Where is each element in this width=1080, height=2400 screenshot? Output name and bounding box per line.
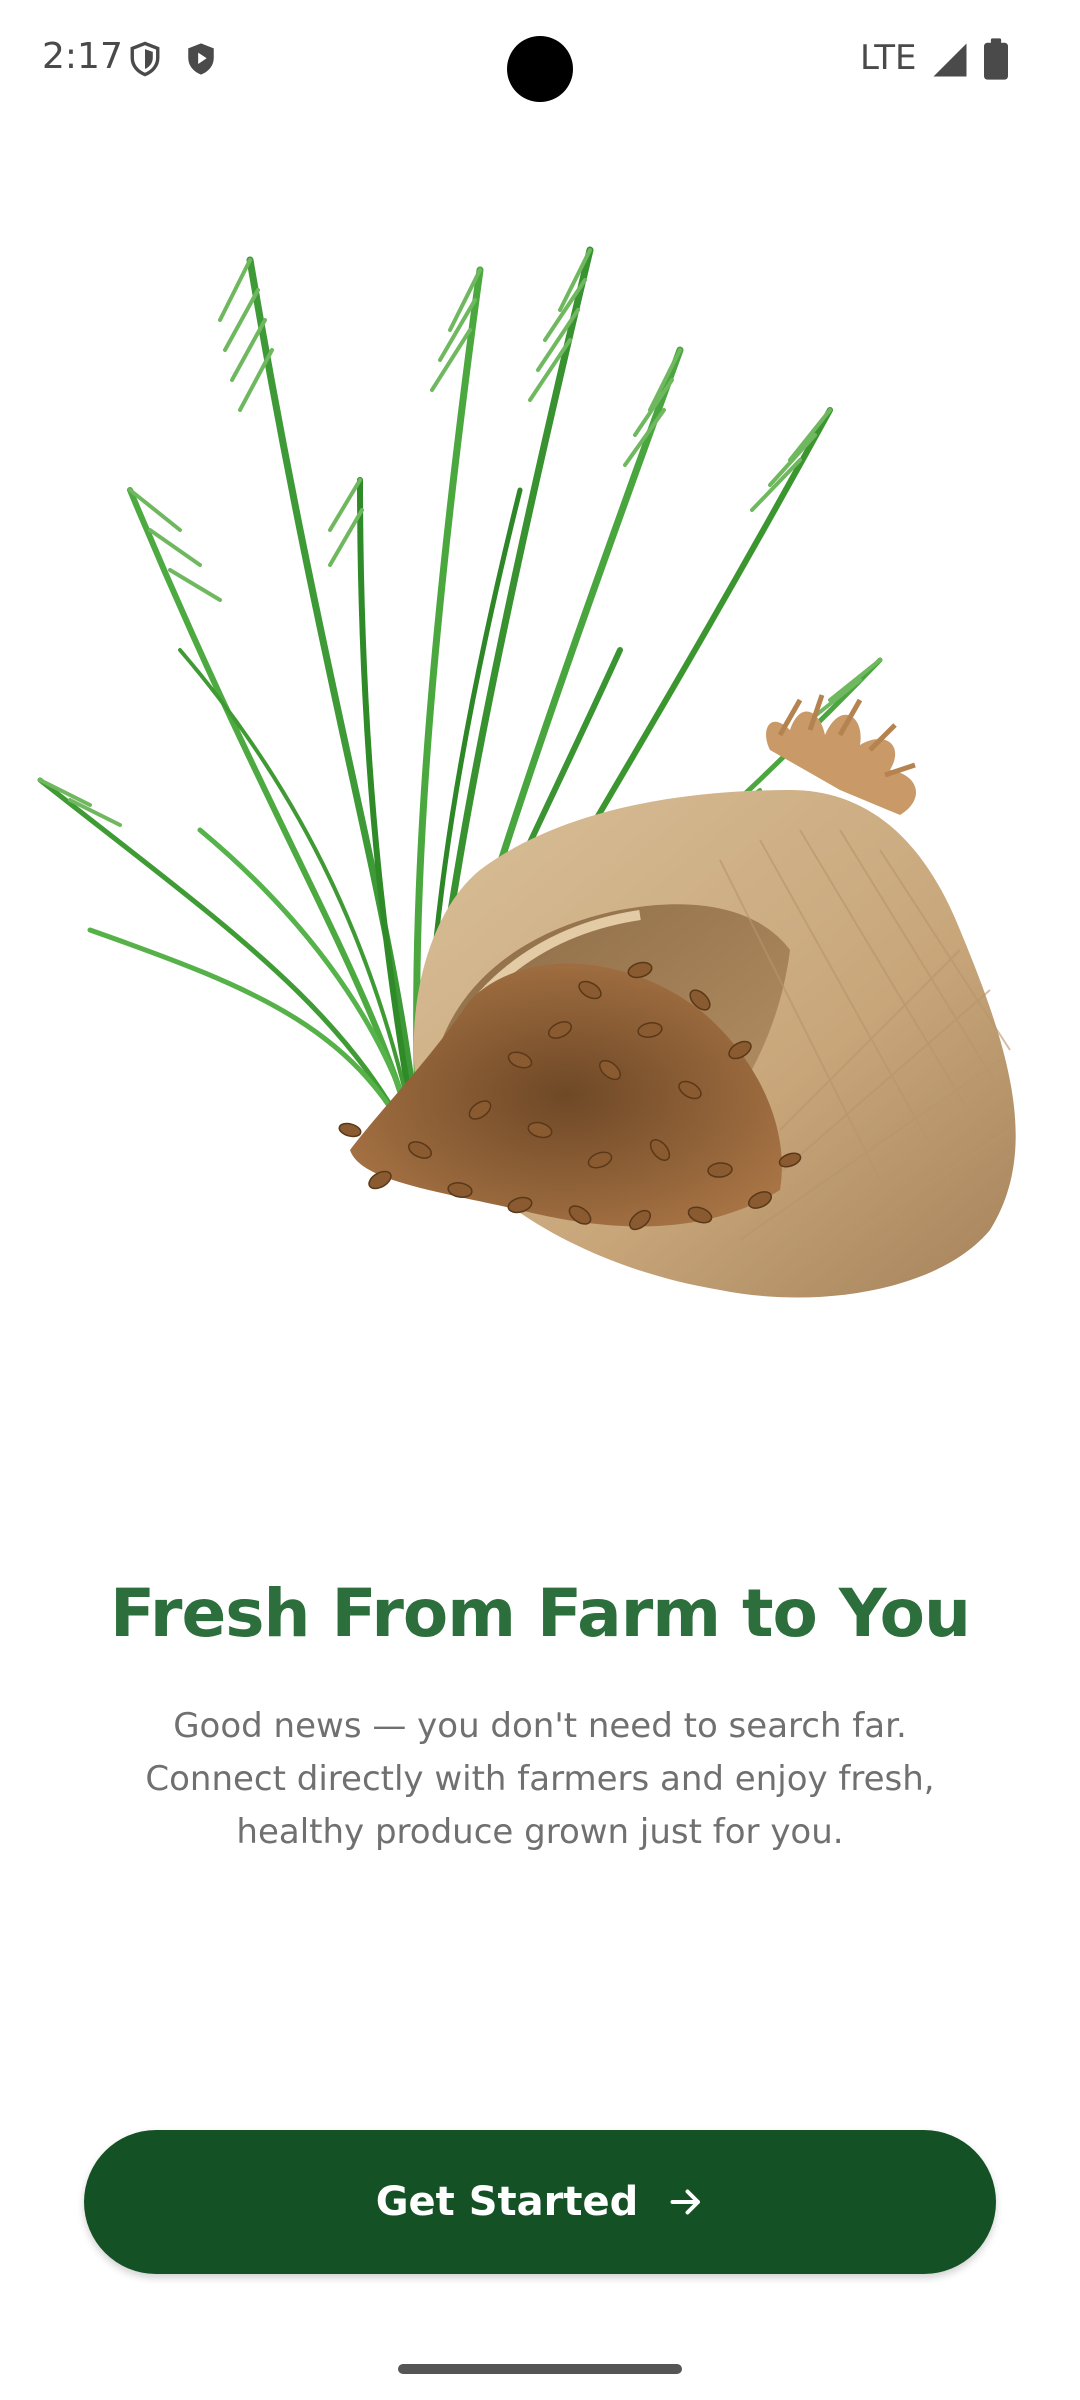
network-type-label: LTE [860, 38, 917, 78]
get-started-button[interactable]: Get Started [84, 2130, 996, 2274]
battery-icon [984, 38, 1008, 80]
onboarding-title: Fresh From Farm to You [110, 1575, 971, 1652]
shield-icon [130, 41, 160, 77]
status-time: 2:17 [42, 36, 123, 77]
arrow-right-icon [670, 2189, 701, 2215]
camera-cutout [507, 36, 573, 102]
hero-illustration [37, 246, 1016, 1298]
grass-seed-heads [38, 248, 882, 827]
status-bar: 2:17 LTE [0, 0, 1080, 120]
signal-icon [933, 43, 967, 77]
home-indicator[interactable] [398, 2364, 682, 2374]
play-protect-icon [188, 43, 214, 75]
get-started-label: Get Started [375, 2179, 639, 2225]
onboarding-description: Good news — you don't need to search far… [145, 1706, 935, 1852]
